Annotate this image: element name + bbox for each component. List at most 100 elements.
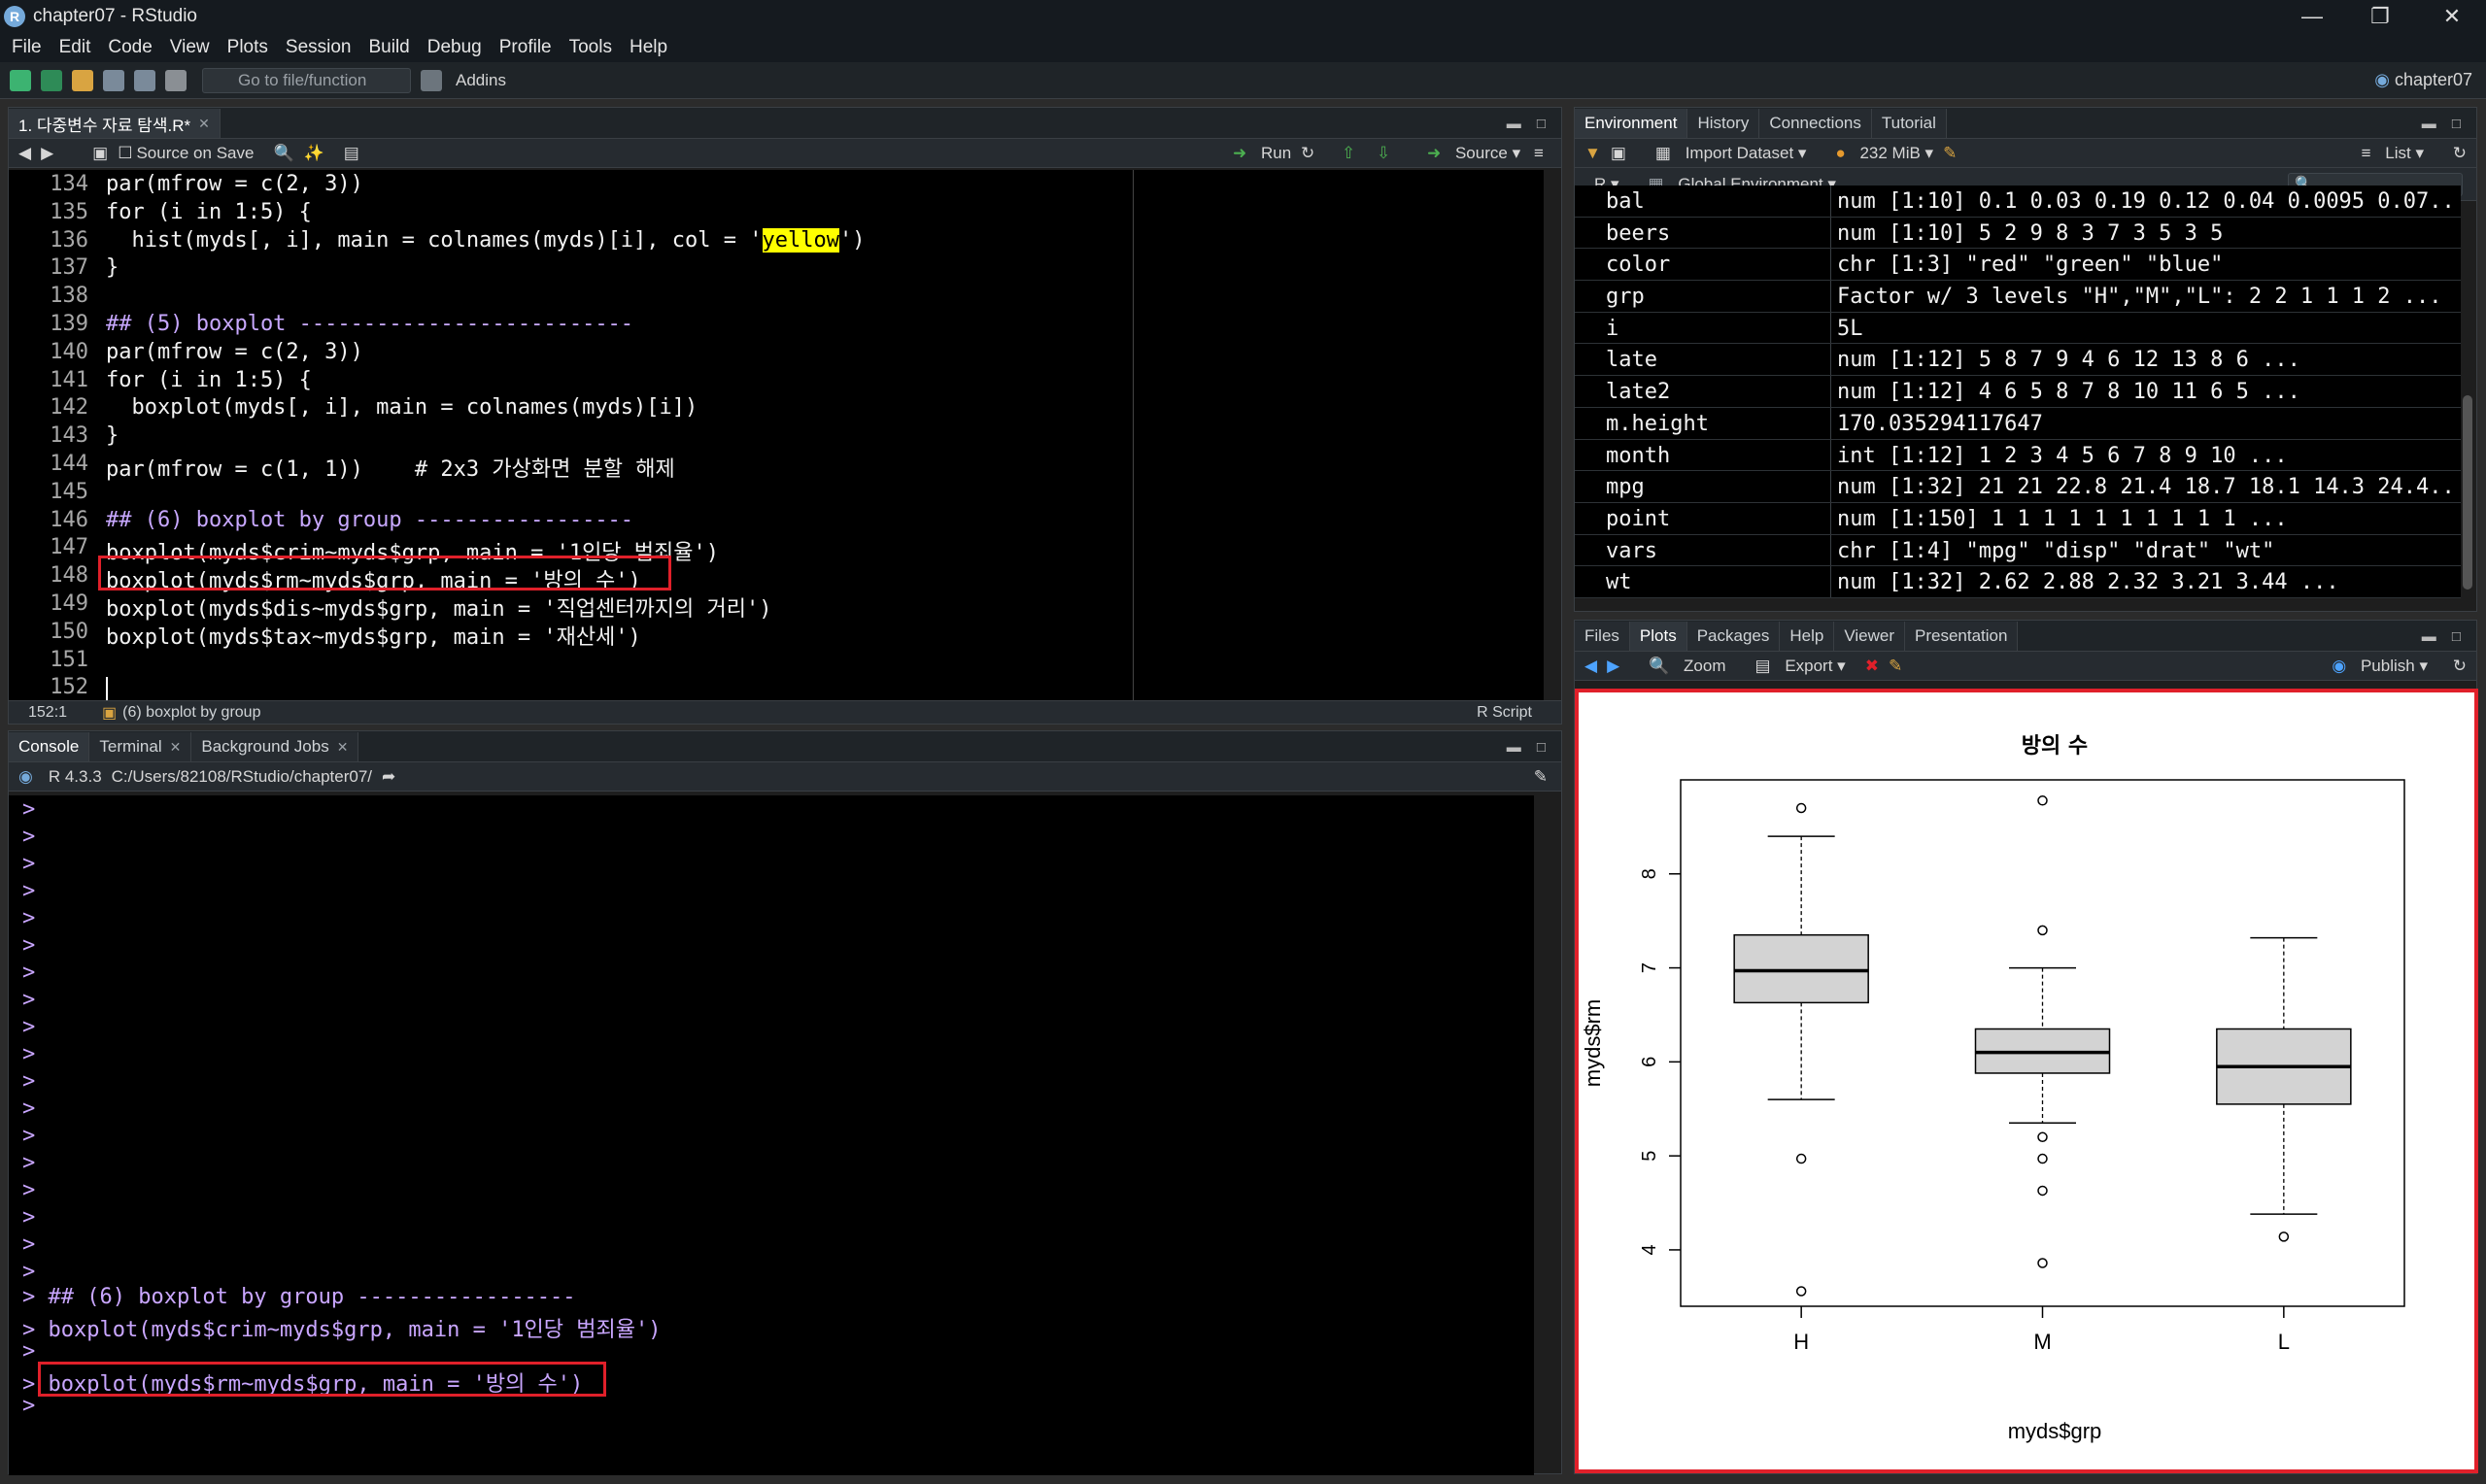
menu-tools[interactable]: Tools <box>569 37 612 58</box>
working-directory[interactable]: C:/Users/82108/RStudio/chapter07/ <box>112 767 372 787</box>
next-plot-icon[interactable]: ▶ <box>1607 657 1619 676</box>
tab-background-jobs[interactable]: Background Jobs ✕ <box>191 732 359 761</box>
menu-plots[interactable]: Plots <box>227 37 268 58</box>
save-icon[interactable] <box>103 69 124 91</box>
menu-session[interactable]: Session <box>286 37 352 58</box>
env-row[interactable]: m.height 170.035294117647 <box>1575 407 2461 440</box>
menu-edit[interactable]: Edit <box>59 37 91 58</box>
load-workspace-icon[interactable]: ▼ <box>1584 144 1601 163</box>
console-prompt: > <box>22 852 36 876</box>
clear-plots-icon[interactable]: ✎ <box>1889 657 1902 676</box>
refresh-icon[interactable]: ↻ <box>2453 144 2467 163</box>
tab-viewer[interactable]: Viewer <box>1834 622 1905 651</box>
env-row[interactable]: mpg num [1:32] 21 21 22.8 21.4 18.7 18.1 … <box>1575 471 2461 503</box>
tab-files[interactable]: Files <box>1575 622 1630 651</box>
file-type-selector[interactable]: R Script <box>1477 704 1532 722</box>
save-file-icon[interactable]: ▣ <box>92 144 108 163</box>
save-workspace-icon[interactable]: ▣ <box>1611 144 1626 163</box>
outline-icon[interactable]: ≡ <box>1534 144 1544 163</box>
source-on-save-checkbox[interactable]: ☐ <box>118 144 132 163</box>
export-button[interactable]: ▤ Export ▾ <box>1746 657 1846 676</box>
minimize-icon[interactable]: — <box>2278 0 2346 33</box>
env-row[interactable]: bal num [1:10] 0.1 0.03 0.19 0.12 0.04 0.… <box>1575 186 2461 218</box>
tab-close-icon[interactable]: ✕ <box>198 116 210 132</box>
tab-history[interactable]: History <box>1687 109 1760 138</box>
menu-help[interactable]: Help <box>630 37 667 58</box>
search-icon[interactable]: 🔍 <box>273 144 293 163</box>
code-editor[interactable]: 134 par(mfrow = c(2, 3)) 135 for (i in 1:5)… <box>9 170 1544 702</box>
env-row[interactable]: color chr [1:3] "red" "green" "blue" <box>1575 249 2461 282</box>
tab-files-label: Files <box>1584 626 1619 645</box>
tab-environment[interactable]: Environment <box>1575 109 1688 138</box>
env-row[interactable]: i 5L <box>1575 312 2461 345</box>
env-scrollbar[interactable] <box>2461 201 2474 609</box>
menu-code[interactable]: Code <box>108 37 152 58</box>
code-line: par(mfrow = c(2, 3)) <box>106 172 363 196</box>
go-to-file-input[interactable]: Go to file/function <box>202 67 411 93</box>
project-menu[interactable]: ◉ chapter07 <box>2374 70 2472 90</box>
list-view-button[interactable]: ≡ List ▾ <box>2362 144 2424 163</box>
env-row[interactable]: month int [1:12] 1 2 3 4 5 6 7 8 9 10 ... <box>1575 439 2461 472</box>
tab-console[interactable]: Console <box>9 732 90 761</box>
go-up-icon[interactable]: ⇧ <box>1342 144 1355 163</box>
env-row[interactable]: late2 num [1:12] 4 6 5 8 7 8 10 11 6 5 ..… <box>1575 376 2461 408</box>
memory-usage[interactable]: ● 232 MiB ▾ <box>1825 144 1933 163</box>
zoom-button[interactable]: 🔍 Zoom <box>1639 657 1725 676</box>
menu-debug[interactable]: Debug <box>427 37 482 58</box>
tab-help[interactable]: Help <box>1780 622 1835 651</box>
go-down-icon[interactable]: ⇩ <box>1377 144 1390 163</box>
env-var-value: num [1:10] 0.1 0.03 0.19 0.12 0.04 0.009… <box>1837 189 2459 214</box>
env-row[interactable]: grp Factor w/ 3 levels "H","M","L": 2 2 1… <box>1575 281 2461 313</box>
code-line: hist(myds[, i], main = colnames(myds)[i]… <box>106 227 866 253</box>
print-icon[interactable] <box>165 69 187 91</box>
tab-presentation[interactable]: Presentation <box>1905 622 2019 651</box>
compile-report-icon[interactable]: ▤ <box>344 144 359 163</box>
tab-packages[interactable]: Packages <box>1686 622 1781 651</box>
remove-plot-icon[interactable]: ✖ <box>1865 657 1879 676</box>
import-dataset-button[interactable]: ▦ Import Dataset ▾ <box>1646 144 1807 163</box>
back-icon[interactable]: ◀ <box>18 144 31 163</box>
env-row[interactable]: vars chr [1:4] "mpg" "disp" "drat" "wt" <box>1575 534 2461 567</box>
prev-plot-icon[interactable]: ◀ <box>1584 657 1597 676</box>
code-tools-icon[interactable]: ✨ <box>304 144 324 163</box>
maximize-icon[interactable]: ❐ <box>2346 0 2414 33</box>
pane-minmax-icons[interactable]: ▬ □ <box>2422 628 2467 645</box>
env-row[interactable]: wt num [1:32] 2.62 2.88 2.32 3.21 3.44 ..… <box>1575 566 2461 598</box>
menu-build[interactable]: Build <box>369 37 410 58</box>
run-button[interactable]: ➜ Run <box>1223 144 1291 163</box>
env-row[interactable]: point num [1:150] 1 1 1 1 1 1 1 1 1 1 ... <box>1575 502 2461 535</box>
forward-icon[interactable]: ▶ <box>41 144 53 163</box>
new-file-icon[interactable] <box>10 69 31 91</box>
tab-connections[interactable]: Connections <box>1759 109 1872 138</box>
refresh-plot-icon[interactable]: ↻ <box>2453 657 2467 676</box>
pane-minmax-icons[interactable]: ▬ □ <box>2422 116 2467 132</box>
tab-close-icon[interactable]: ✕ <box>170 739 182 756</box>
tab-plots[interactable]: Plots <box>1629 622 1687 651</box>
source-button[interactable]: ➜ Source ▾ <box>1417 144 1520 163</box>
clear-console-icon[interactable]: ✎ <box>1534 767 1548 787</box>
env-row[interactable]: beers num [1:10] 5 2 9 8 3 7 3 5 3 5 <box>1575 217 2461 250</box>
new-project-icon[interactable] <box>41 69 62 91</box>
section-navigator[interactable]: (6) boxplot by group <box>122 704 260 722</box>
tab-tutorial[interactable]: Tutorial <box>1871 109 1947 138</box>
goto-wd-icon[interactable]: ➦ <box>382 767 395 787</box>
env-scroll-thumb[interactable] <box>2463 395 2472 590</box>
menu-file[interactable]: File <box>12 37 42 58</box>
editor-file-tab[interactable]: 1. 다중변수 자료 탐색.R* ✕ <box>9 109 221 138</box>
rerun-icon[interactable]: ↻ <box>1301 144 1314 163</box>
env-row[interactable]: late num [1:12] 5 8 7 9 4 6 12 13 8 6 ... <box>1575 344 2461 377</box>
pane-minmax-icons[interactable]: ▬ □ <box>1507 116 1551 132</box>
publish-button[interactable]: ◉ Publish ▾ <box>2322 657 2428 676</box>
menu-view[interactable]: View <box>170 37 210 58</box>
save-all-icon[interactable] <box>134 69 155 91</box>
workspace-panes-icon[interactable] <box>421 69 442 91</box>
clear-workspace-icon[interactable]: ✎ <box>1943 144 1957 163</box>
tab-close-icon[interactable]: ✕ <box>337 739 349 756</box>
console-output[interactable]: > > > > > > > > > > > > > > > > > > > ## (6) boxplot by g… <box>9 795 1534 1475</box>
tab-terminal[interactable]: Terminal ✕ <box>89 732 192 761</box>
open-file-icon[interactable] <box>72 69 93 91</box>
menu-profile[interactable]: Profile <box>499 37 552 58</box>
pane-minmax-icons[interactable]: ▬ □ <box>1507 739 1551 756</box>
addins-menu[interactable]: Addins <box>456 71 506 90</box>
close-icon[interactable]: ✕ <box>2418 0 2486 33</box>
